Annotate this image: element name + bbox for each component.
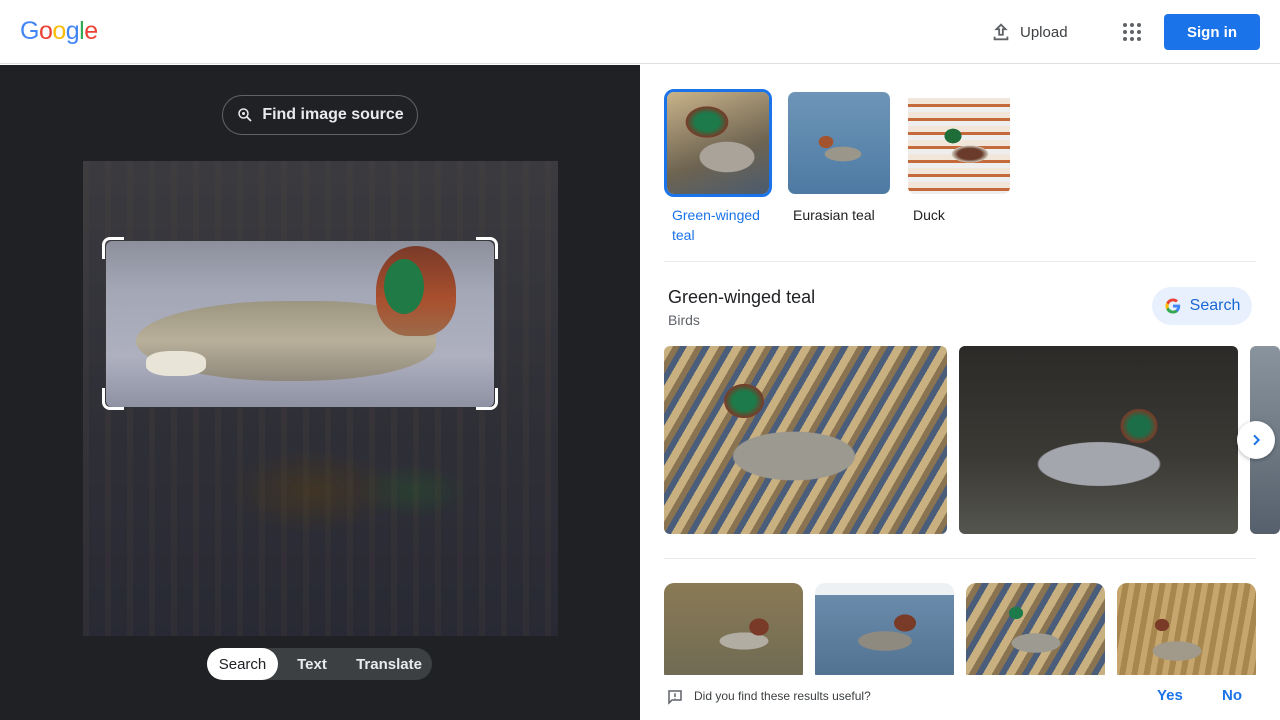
result-header: Green-winged teal Birds	[668, 287, 815, 328]
logo-letter: g	[65, 17, 80, 45]
logo-letter: G	[20, 17, 39, 45]
feedback-yes-button[interactable]: Yes	[1157, 687, 1183, 704]
carousel-next-button[interactable]	[1237, 421, 1275, 459]
entity-label: Green-winged teal	[672, 207, 760, 243]
mode-search[interactable]: Search	[207, 648, 278, 680]
feedback-question: Did you find these results useful?	[694, 689, 871, 703]
entity-label: Eurasian teal	[793, 207, 875, 223]
entity-eurasian-teal[interactable]: Eurasian teal	[785, 89, 893, 225]
crop-handle-bottom-left[interactable]	[102, 388, 124, 410]
feedback-icon	[668, 690, 682, 705]
visual-match-image[interactable]	[1117, 583, 1256, 683]
mode-text[interactable]: Text	[278, 648, 346, 680]
result-image[interactable]	[664, 346, 947, 534]
google-g-icon	[1165, 298, 1180, 314]
chevron-right-icon	[1253, 434, 1261, 446]
mode-translate[interactable]: Translate	[346, 648, 432, 680]
logo-letter: o	[52, 17, 66, 45]
upload-button[interactable]: Upload	[990, 18, 1068, 46]
find-image-source-button[interactable]: Find image source	[222, 95, 418, 135]
crop-handle-top-left[interactable]	[102, 237, 124, 259]
divider	[664, 558, 1256, 559]
feedback-bar: Did you find these results useful? Yes N…	[640, 675, 1280, 720]
crop-handle-top-right[interactable]	[476, 237, 498, 259]
divider	[664, 261, 1256, 262]
entity-thumbnail	[785, 89, 893, 197]
feedback-no-button[interactable]: No	[1222, 687, 1242, 704]
google-search-label: Search	[1189, 297, 1241, 314]
visual-match-image[interactable]	[966, 583, 1105, 683]
image-preview-panel: Find image source Search Text Translate	[0, 65, 640, 720]
visual-match-image[interactable]	[815, 583, 954, 683]
result-subtitle: Birds	[668, 312, 700, 328]
result-image[interactable]	[959, 346, 1238, 534]
logo-letter: e	[84, 17, 98, 45]
sign-in-button[interactable]: Sign in	[1164, 14, 1260, 50]
logo-letter: o	[38, 17, 53, 45]
top-bar: Google Upload Sign in	[0, 0, 1280, 64]
crop-selection[interactable]	[106, 241, 494, 407]
entity-label: Duck	[913, 207, 945, 223]
upload-icon	[993, 23, 1009, 41]
entity-green-winged-teal[interactable]: Green-winged teal	[664, 89, 772, 245]
find-image-source-label: Find image source	[262, 106, 404, 123]
upload-label: Upload	[1020, 23, 1068, 41]
google-logo[interactable]: Google	[20, 17, 98, 46]
entity-thumbnail	[664, 89, 772, 197]
entity-duck[interactable]: Duck	[905, 89, 1013, 225]
mode-switcher: Search Text Translate	[207, 648, 432, 680]
google-search-button[interactable]: Search	[1152, 287, 1252, 325]
lens-search-icon	[238, 108, 252, 122]
crop-handle-bottom-right[interactable]	[476, 388, 498, 410]
entity-thumbnail	[905, 89, 1013, 197]
apps-grid-icon[interactable]	[1120, 20, 1144, 44]
results-panel: Green-winged teal Eurasian teal Duck Gre…	[640, 65, 1280, 720]
result-title: Green-winged teal	[668, 287, 816, 307]
visual-match-image[interactable]	[664, 583, 803, 683]
